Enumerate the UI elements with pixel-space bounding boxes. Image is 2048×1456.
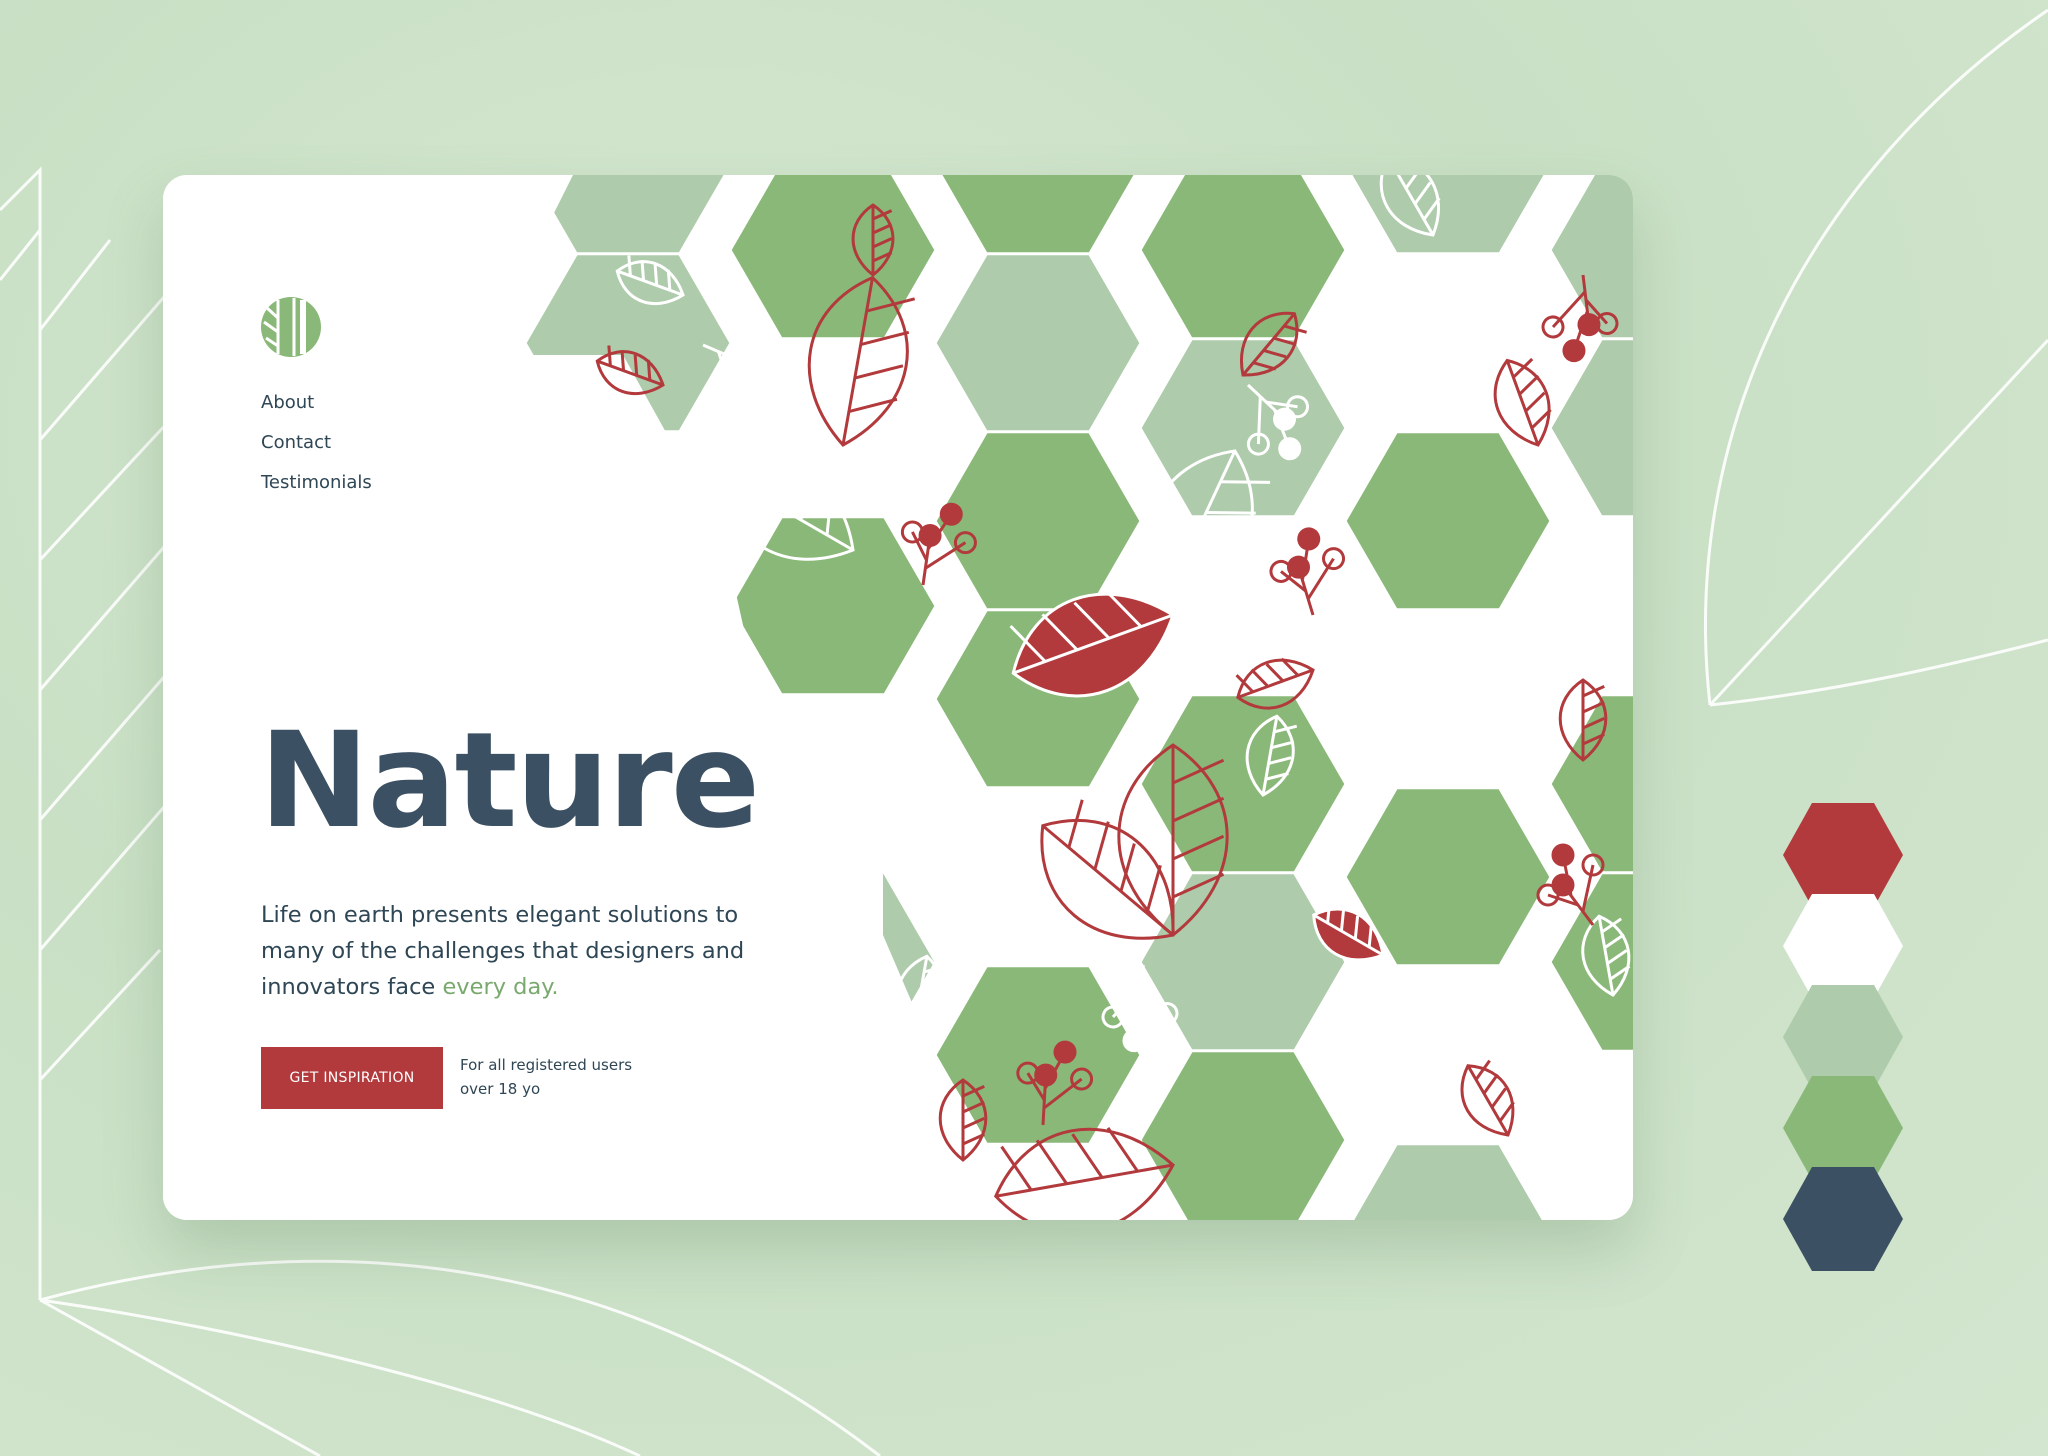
hero-description-highlight: every day.: [442, 974, 559, 1000]
swatch-navy: [1783, 1167, 1903, 1271]
hex-tile: [939, 175, 1137, 256]
hex-tile: [1548, 337, 1633, 519]
hex-tile: [933, 786, 1143, 968]
hex-tile: [1548, 515, 1633, 697]
hex-tile: [1343, 430, 1553, 612]
hero-title: Nature: [259, 704, 760, 858]
hex-tile: [728, 175, 938, 341]
hex-tile: [1349, 175, 1547, 256]
hex-tile: [933, 964, 1143, 1146]
registered-users-note: For all registered users over 18 yo: [460, 1056, 633, 1098]
nav-about-link[interactable]: About: [261, 383, 372, 423]
hex-tile: [1343, 964, 1553, 1146]
get-inspiration-button[interactable]: GET INSPIRATION: [261, 1047, 443, 1109]
main-nav: About Contact Testimonials: [261, 383, 372, 503]
hex-tile: [1138, 175, 1348, 341]
hex-tile: [1350, 1142, 1546, 1220]
hero-card: About Contact Testimonials Nature Life o…: [163, 175, 1633, 1220]
hero-description: Life on earth presents elegant solutions…: [261, 897, 781, 1005]
hex-tile: [1138, 693, 1348, 875]
leaf-logo-icon: [261, 297, 321, 357]
nav-testimonials-link[interactable]: Testimonials: [261, 463, 372, 503]
hex-tile: [1343, 608, 1553, 790]
hex-tile: [933, 430, 1143, 612]
hex-tile: [1138, 1049, 1348, 1220]
nav-contact-link[interactable]: Contact: [261, 423, 372, 463]
hex-tile: [1343, 252, 1553, 434]
hex-tile: [933, 252, 1143, 434]
color-palette: [1782, 802, 1904, 1271]
hex-tile: [728, 515, 938, 697]
